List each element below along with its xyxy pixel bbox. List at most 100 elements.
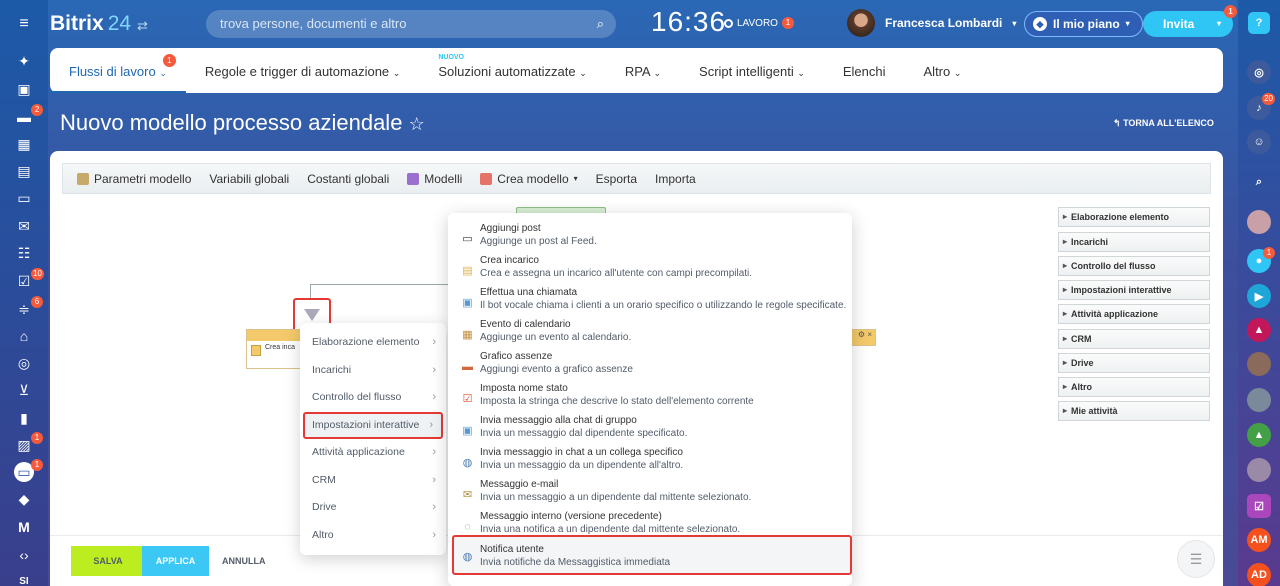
right-sidebar: ? ◎ ♪ 20 ☺ ⌕ ● 1 ▶ ▲ ▲ ☑ AM AD xyxy=(1238,0,1280,586)
menu-item-drive[interactable]: Drive › xyxy=(300,494,446,522)
global-variables-button[interactable]: Variabili globali xyxy=(209,172,289,186)
panel-drive[interactable]: Drive xyxy=(1058,353,1210,373)
target-icon[interactable]: ◎ xyxy=(14,353,34,373)
star-icon[interactable]: ☆ xyxy=(409,114,425,134)
menu-item-tasks[interactable]: Incarichi › xyxy=(300,357,446,385)
templates-icon xyxy=(407,172,420,185)
global-constants-button[interactable]: Costanti globali xyxy=(307,172,389,186)
work-badge: 1 xyxy=(781,17,794,29)
list-icon[interactable]: ☰ xyxy=(1177,540,1215,578)
chevron-right-icon: › xyxy=(432,528,436,541)
home-icon[interactable]: ⌂ xyxy=(14,326,34,346)
chevron-right-icon: › xyxy=(432,391,436,403)
tab-lists[interactable]: Elenchi xyxy=(824,48,905,93)
menu-icon[interactable]: ≡ xyxy=(14,14,34,34)
avatar[interactable] xyxy=(1247,458,1271,482)
chat-icon: ◍ xyxy=(462,457,473,469)
tab-smart-scripts[interactable]: Script intelligenti ⌄ xyxy=(680,48,824,93)
tab-rpa[interactable]: RPA ⌄ xyxy=(606,48,680,93)
feed-icon[interactable]: ▣ xyxy=(14,79,34,99)
plan-button[interactable]: ◆ Il mio piano ▾ xyxy=(1024,11,1143,37)
drive-icon[interactable]: ▭ xyxy=(14,188,34,208)
tab-automated-solutions[interactable]: NUOVO Soluzioni automatizzate ⌄ xyxy=(419,48,605,93)
save-button[interactable]: SALVA xyxy=(71,546,145,576)
menu-item-other[interactable]: Altro › xyxy=(300,522,446,550)
template-params-button[interactable]: Parametri modello xyxy=(77,172,191,186)
create-template-button[interactable]: Crea modello ▾ xyxy=(480,172,578,186)
apply-button[interactable]: APPLICA xyxy=(142,546,209,576)
menu-item-app-activities[interactable]: Attività applicazione › xyxy=(300,439,446,467)
user-menu[interactable]: Francesca Lombardi ▾ xyxy=(847,9,1016,37)
panel-interactive-settings[interactable]: Impostazioni interattive xyxy=(1058,280,1210,300)
video-icon[interactable]: ▶ xyxy=(1247,284,1271,308)
menu-item-flow-control[interactable]: Controllo del flusso › xyxy=(300,384,446,412)
back-to-list-link[interactable]: ↰ TORNA ALL'ELENCO xyxy=(1113,118,1214,129)
search-icon[interactable]: ⌕ xyxy=(1247,170,1271,194)
action-group-chat-message[interactable]: ▣ Invia messaggio alla chat di gruppo Invi… xyxy=(458,415,848,447)
left-sidebar: ≡ ✦ ▣ ▬ 2 ▦ ▤ ▭ ✉ ☷ ☑ 10 ≑ 6 ⌂ ◎ ⊻ ▮ ▨ 1… xyxy=(0,0,48,586)
code-icon[interactable]: ‹› xyxy=(14,545,34,565)
puzzle-icon[interactable]: ✦ xyxy=(14,51,34,71)
avatar[interactable] xyxy=(1247,352,1271,376)
people-icon[interactable]: ☷ xyxy=(14,243,34,263)
search-input[interactable]: trova persone, documenti e altro ⌕ xyxy=(206,10,616,38)
panel-flow-control[interactable]: Controllo del flusso xyxy=(1058,256,1210,276)
action-calendar-event[interactable]: ▦ Evento di calendario Aggiunge un evento … xyxy=(458,319,848,351)
avatar[interactable] xyxy=(1247,210,1271,234)
menu-item-interactive-settings[interactable]: Impostazioni interattive › xyxy=(303,411,443,439)
cart-icon[interactable]: ⊻ xyxy=(14,380,34,400)
tasks-icon[interactable]: ☑ xyxy=(1247,494,1271,518)
templates-button[interactable]: Modelli xyxy=(407,172,462,186)
action-make-call[interactable]: ▣ Effettua una chiamata Il bot vocale chia… xyxy=(458,287,848,319)
menu-item-crm[interactable]: CRM › xyxy=(300,467,446,495)
action-absence-chart[interactable]: ▬ Grafico assenze Aggiungi evento a grafic… xyxy=(458,351,848,383)
tab-badge: 1 xyxy=(162,54,176,67)
tab-workflows[interactable]: Flussi di lavoro ⌄ 1 xyxy=(50,48,186,93)
action-create-task[interactable]: ▤ Crea incarico Crea e assegna un incarico… xyxy=(458,255,848,287)
panel-element-processing[interactable]: Elaborazione elemento xyxy=(1058,207,1210,227)
work-status[interactable]: LAVORO 1 xyxy=(724,17,794,29)
avatar xyxy=(847,9,875,37)
invite-button[interactable]: Invita ▾ 1 xyxy=(1143,5,1237,37)
chat-badge: 2 xyxy=(31,104,43,116)
lock-icon[interactable]: ▲ xyxy=(1247,423,1271,447)
action-user-notification[interactable]: ◍ Notifica utente Invia notifiche da Messa… xyxy=(452,535,852,575)
calendar-icon[interactable]: ▦ xyxy=(14,134,34,154)
sites-icon[interactable]: M xyxy=(14,517,34,537)
logo[interactable]: Bitrix 24 ⇄ xyxy=(50,12,148,36)
chevron-right-icon: › xyxy=(432,336,436,348)
email-icon: ✉ xyxy=(462,489,473,501)
panel-tasks[interactable]: Incarichi xyxy=(1058,232,1210,252)
document-icon[interactable]: ▤ xyxy=(14,161,34,181)
analytics-icon[interactable]: ▮ xyxy=(14,408,34,428)
export-button[interactable]: Esporta xyxy=(596,172,637,186)
box-icon[interactable]: ◆ xyxy=(14,489,34,509)
action-set-status-name[interactable]: ☑ Imposta nome stato Imposta la stringa ch… xyxy=(458,383,848,415)
menu-item-element-processing[interactable]: Elaborazione elemento › xyxy=(300,329,446,357)
panel-other[interactable]: Altro xyxy=(1058,377,1210,397)
import-button[interactable]: Importa xyxy=(655,172,696,186)
invite-badge: 1 xyxy=(1224,5,1237,18)
action-add-post[interactable]: ▭ Aggiungi post Aggiunge un post al Feed. xyxy=(458,223,848,255)
copilot-icon[interactable]: ◎ xyxy=(1247,60,1271,84)
phone-icon: ▣ xyxy=(462,297,473,309)
lock-icon[interactable]: ▲ xyxy=(1247,318,1271,342)
tab-automation-rules[interactable]: Regole e trigger di automazione ⌄ xyxy=(186,48,419,93)
messenger-icon[interactable]: ☺ xyxy=(1247,130,1271,154)
mail-icon[interactable]: ✉ xyxy=(14,216,34,236)
tab-more[interactable]: Altro ⌄ xyxy=(905,48,981,93)
params-icon xyxy=(77,172,89,185)
sidebar-bottom-label[interactable]: SI xyxy=(14,572,34,586)
help-icon[interactable]: ? xyxy=(1248,12,1270,34)
panel-my-activities[interactable]: Mie attività xyxy=(1058,401,1210,421)
cancel-button[interactable]: ANNULLA xyxy=(222,556,266,566)
panel-crm[interactable]: CRM xyxy=(1058,329,1210,349)
avatar[interactable] xyxy=(1247,388,1271,412)
action-colleague-chat-message[interactable]: ◍ Invia messaggio in chat a un collega sp… xyxy=(458,447,848,479)
avatar[interactable]: AM xyxy=(1247,528,1271,552)
contacts-badge: 1 xyxy=(31,432,43,444)
action-email-message[interactable]: ✉ Messaggio e-mail Invia un messaggio a un… xyxy=(458,479,848,511)
task-activity-block[interactable]: Crea inca xyxy=(246,329,301,369)
avatar[interactable]: AD xyxy=(1247,563,1271,586)
panel-app-activities[interactable]: Attività applicazione xyxy=(1058,304,1210,324)
